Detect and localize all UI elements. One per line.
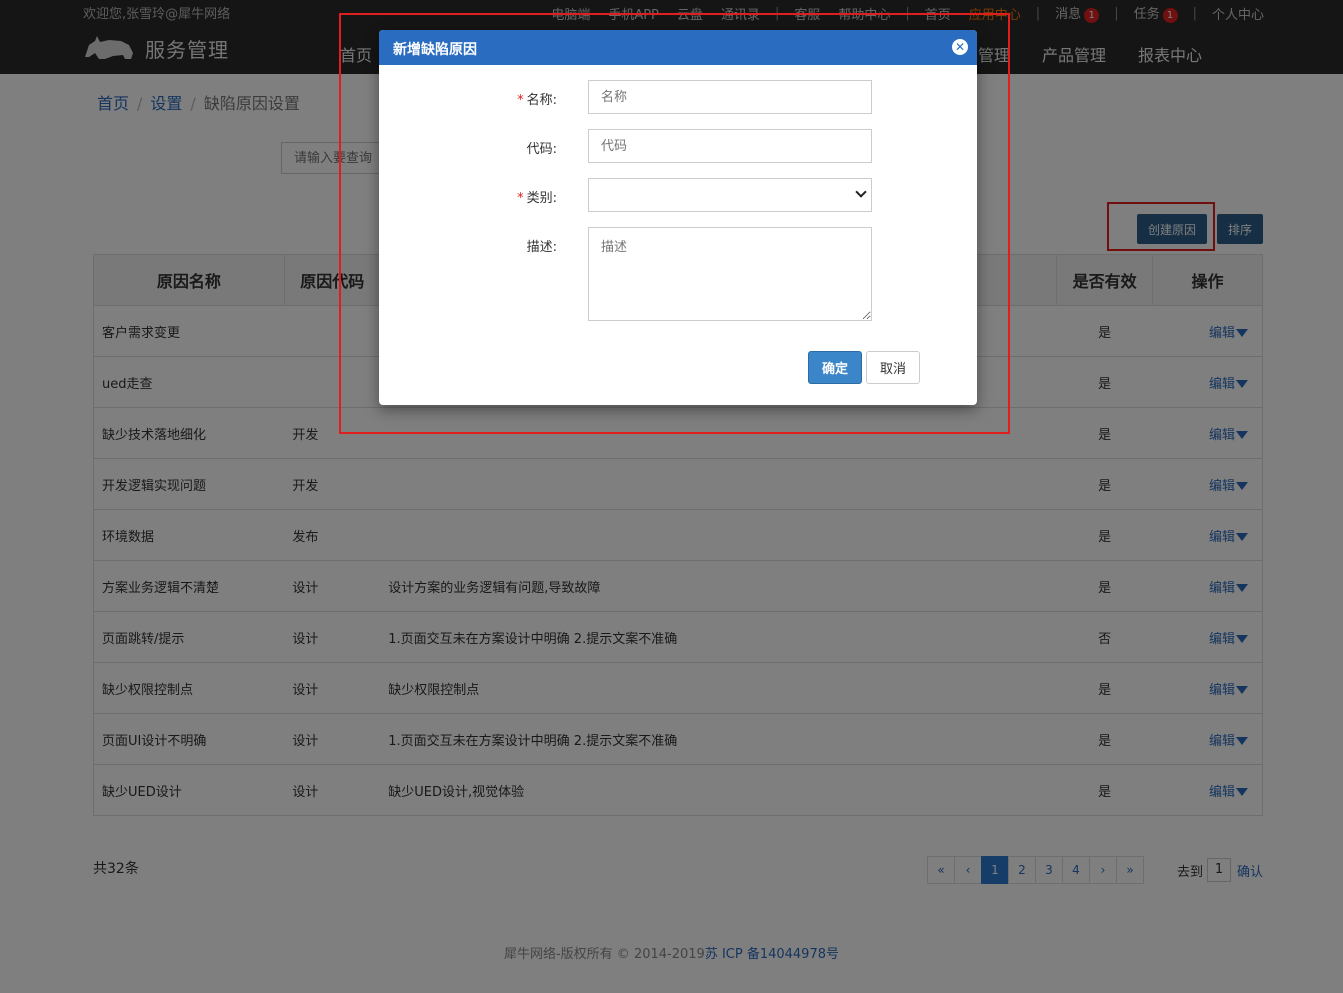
dialog-highlight	[339, 13, 1010, 434]
